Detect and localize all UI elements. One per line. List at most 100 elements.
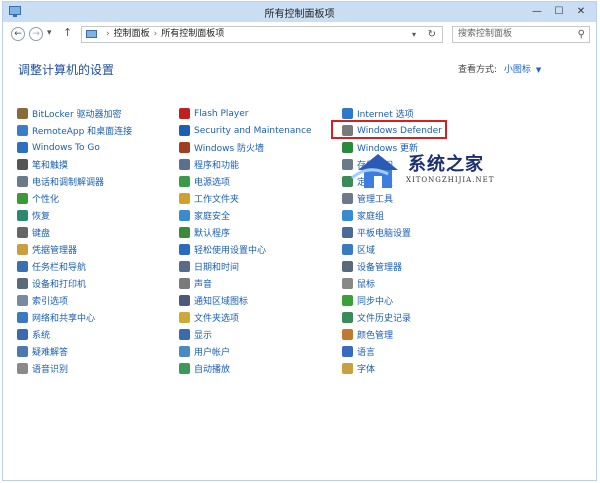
control-panel-item[interactable]: 任务栏和导航 <box>17 258 132 275</box>
control-panel-item[interactable]: 区域 <box>342 241 442 258</box>
address-dropdown-icon[interactable]: ▾ <box>412 27 416 42</box>
item-icon <box>342 295 353 306</box>
recent-dropdown-icon[interactable]: ▾ <box>47 28 52 38</box>
control-panel-item[interactable]: 字体 <box>342 360 442 377</box>
control-panel-item[interactable]: 日期和时间 <box>179 258 312 275</box>
control-panel-item[interactable]: Flash Player <box>179 105 312 122</box>
item-icon <box>17 244 28 255</box>
item-label: 语音识别 <box>32 365 69 375</box>
control-panel-item[interactable]: 网络和共享中心 <box>17 309 132 326</box>
control-panel-item[interactable]: 文件夹选项 <box>179 309 312 326</box>
control-panel-item[interactable]: 索引选项 <box>17 292 132 309</box>
address-field[interactable]: › 控制面板 › 所有控制面板项 ▾ ↻ <box>81 26 443 43</box>
control-panel-item[interactable]: 家庭组 <box>342 207 442 224</box>
item-label: 颜色管理 <box>357 331 394 341</box>
control-panel-item[interactable]: 通知区域图标 <box>179 292 312 309</box>
control-panel-item[interactable]: 电源选项 <box>179 173 312 190</box>
control-panel-item[interactable]: Windows 防火墙 <box>179 139 312 156</box>
control-panel-window: 所有控制面板项 — ☐ ✕ ← → ▾ ↑ › 控制面板 › 所有控制面板项 ▾ ↻ … <box>2 1 597 481</box>
control-panel-item[interactable]: 声音 <box>179 275 312 292</box>
control-panel-item[interactable]: 设备和打印机 <box>17 275 132 292</box>
control-panel-item[interactable]: 疑难解答 <box>17 343 132 360</box>
control-panel-item[interactable]: BitLocker 驱动器加密 <box>17 105 132 122</box>
control-panel-item[interactable]: 颜色管理 <box>342 326 442 343</box>
watermark-title: 系统之家 <box>408 154 484 175</box>
item-label: 通知区域图标 <box>194 297 249 307</box>
refresh-icon[interactable]: ↻ <box>428 27 436 42</box>
control-panel-item[interactable]: 笔和触摸 <box>17 156 132 173</box>
search-input[interactable]: 搜索控制面板 ⚲ <box>452 26 590 43</box>
control-panel-item[interactable]: Security and Maintenance <box>179 122 312 139</box>
item-label: 个性化 <box>32 195 60 205</box>
search-icon[interactable]: ⚲ <box>578 27 585 42</box>
item-label: Windows 防火墙 <box>194 144 265 154</box>
item-label: 区域 <box>357 246 376 256</box>
item-label: 管理工具 <box>357 195 394 205</box>
control-panel-item[interactable]: 平板电脑设置 <box>342 224 442 241</box>
control-panel-item[interactable]: 电话和调制解调器 <box>17 173 132 190</box>
control-panel-item[interactable]: 显示 <box>179 326 312 343</box>
forward-arrow-icon[interactable]: → <box>29 27 43 41</box>
control-panel-item[interactable]: 系统 <box>17 326 132 343</box>
item-label: 字体 <box>357 365 376 375</box>
view-by: 查看方式: 小图标 ▼ <box>458 62 541 75</box>
control-panel-item[interactable]: 工作文件夹 <box>179 190 312 207</box>
item-icon <box>179 278 190 289</box>
items-column: Internet 选项Windows DefenderWindows 更新存储空… <box>342 105 442 377</box>
item-label: 电源选项 <box>194 178 231 188</box>
control-panel-item[interactable]: 程序和功能 <box>179 156 312 173</box>
control-panel-item[interactable]: RemoteApp 和桌面连接 <box>17 122 132 139</box>
item-icon <box>179 193 190 204</box>
item-label: 设备管理器 <box>357 263 403 273</box>
title-bar[interactable]: 所有控制面板项 — ☐ ✕ <box>3 2 596 22</box>
control-panel-item[interactable]: 同步中心 <box>342 292 442 309</box>
back-arrow-icon[interactable]: ← <box>11 27 25 41</box>
control-panel-item[interactable]: 个性化 <box>17 190 132 207</box>
item-label: 轻松使用设置中心 <box>194 246 267 256</box>
control-panel-item[interactable]: 恢复 <box>17 207 132 224</box>
chevron-down-icon[interactable]: ▼ <box>536 66 541 74</box>
window-title: 所有控制面板项 <box>264 9 335 20</box>
control-panel-item[interactable]: 轻松使用设置中心 <box>179 241 312 258</box>
item-label: 显示 <box>194 331 213 341</box>
item-label: 同步中心 <box>357 297 394 307</box>
item-icon <box>17 108 28 119</box>
control-panel-item[interactable]: 语音识别 <box>17 360 132 377</box>
item-icon <box>17 210 28 221</box>
control-panel-item[interactable]: 文件历史记录 <box>342 309 442 326</box>
item-icon <box>17 295 28 306</box>
breadcrumb-item[interactable]: 所有控制面板项 <box>161 29 224 39</box>
up-arrow-icon[interactable]: ↑ <box>63 26 72 39</box>
item-icon <box>342 329 353 340</box>
item-icon <box>179 125 190 136</box>
item-icon <box>179 346 190 357</box>
item-icon <box>179 176 190 187</box>
control-panel-item[interactable]: Windows To Go <box>17 139 132 156</box>
item-icon <box>179 363 190 374</box>
item-icon <box>17 159 28 170</box>
control-panel-item[interactable]: 设备管理器 <box>342 258 442 275</box>
control-panel-item[interactable]: 家庭安全 <box>179 207 312 224</box>
minimize-icon[interactable]: — <box>526 4 548 19</box>
control-panel-item[interactable]: 键盘 <box>17 224 132 241</box>
view-by-dropdown[interactable]: 小图标 <box>504 65 531 75</box>
control-panel-item[interactable]: 用户帐户 <box>179 343 312 360</box>
item-icon <box>17 312 28 323</box>
maximize-icon[interactable]: ☐ <box>548 4 570 19</box>
breadcrumb-separator-icon[interactable]: › <box>154 29 158 39</box>
control-panel-item[interactable]: 凭据管理器 <box>17 241 132 258</box>
item-icon <box>179 261 190 272</box>
item-label: 用户帐户 <box>194 348 231 358</box>
control-panel-item[interactable]: 自动播放 <box>179 360 312 377</box>
control-panel-item[interactable]: 默认程序 <box>179 224 312 241</box>
control-panel-item[interactable]: 语言 <box>342 343 442 360</box>
item-label: 键盘 <box>32 229 51 239</box>
page-title: 调整计算机的设置 <box>18 63 115 77</box>
breadcrumb: › 控制面板 › 所有控制面板项 <box>102 27 224 42</box>
control-panel-item[interactable]: 鼠标 <box>342 275 442 292</box>
breadcrumb-item[interactable]: 控制面板 <box>114 29 150 39</box>
item-label: Internet 选项 <box>357 110 414 120</box>
control-panel-item[interactable]: 管理工具 <box>342 190 442 207</box>
close-icon[interactable]: ✕ <box>570 4 592 19</box>
item-label: 鼠标 <box>357 280 376 290</box>
